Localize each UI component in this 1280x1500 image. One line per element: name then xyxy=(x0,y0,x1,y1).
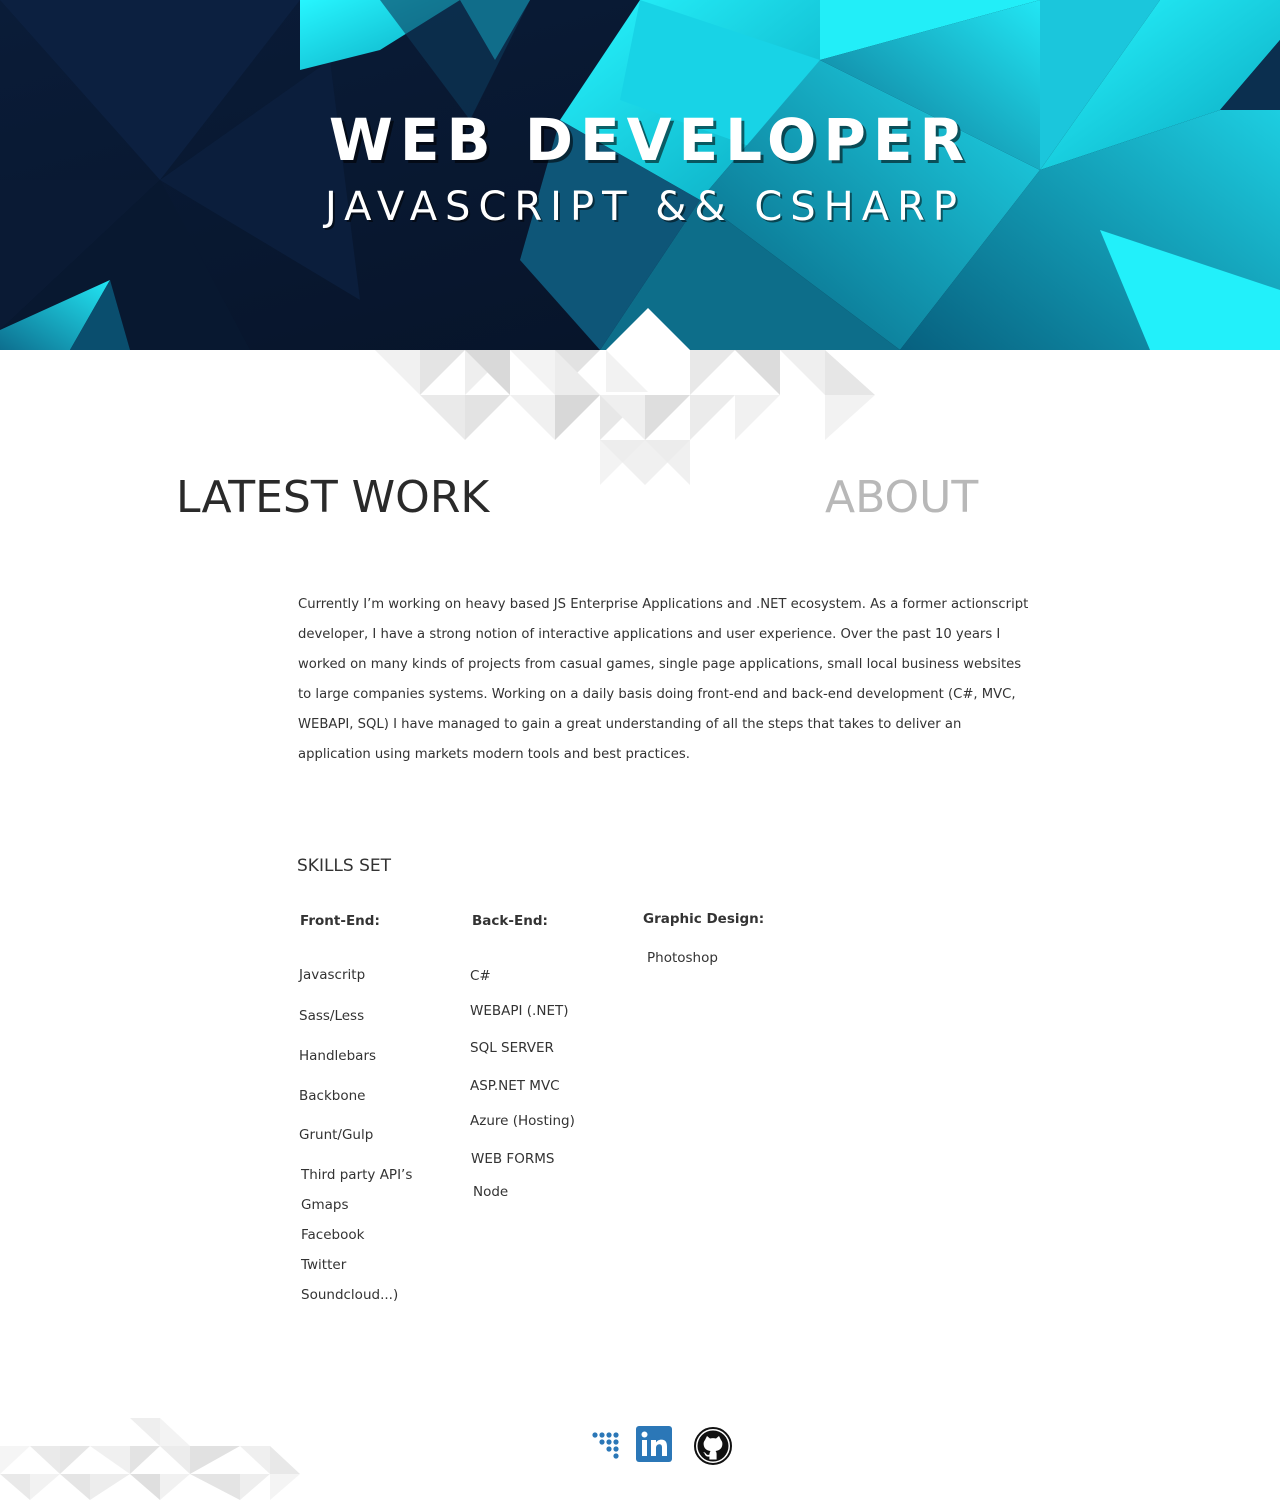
frontend-skill: Twitter xyxy=(301,1257,347,1273)
frontend-skill: Gmaps xyxy=(301,1197,349,1213)
frontend-skill: Soundcloud...) xyxy=(301,1287,399,1303)
backend-skill: C# xyxy=(470,968,491,984)
backend-skill: SQL SERVER xyxy=(470,1040,554,1056)
skills-title: SKILLS SET xyxy=(297,856,392,876)
hero-title: WEB DEVELOPER xyxy=(328,106,972,174)
linkedin-icon[interactable] xyxy=(636,1426,672,1467)
nav-latest-work[interactable]: LATEST WORK xyxy=(176,472,489,523)
frontend-skill: Javascritp xyxy=(299,967,366,983)
frontend-skill: Backbone xyxy=(299,1088,366,1104)
decorative-triangles-top xyxy=(375,308,875,485)
hero-background xyxy=(0,0,1280,350)
hero-banner: WEB DEVELOPER JAVASCRIPT && CSHARP xyxy=(0,0,1280,350)
frontend-skill: Grunt/Gulp xyxy=(299,1127,374,1143)
backend-skill: Azure (Hosting) xyxy=(470,1113,575,1129)
design-heading: Graphic Design: xyxy=(643,911,765,927)
nav-about[interactable]: ABOUT xyxy=(825,472,978,523)
frontend-skill: Sass/Less xyxy=(299,1008,365,1024)
backend-heading: Back-End: xyxy=(472,913,548,929)
decorative-triangles-bottom xyxy=(0,1418,300,1500)
backend-skill: WEBAPI (.NET) xyxy=(470,1003,569,1019)
frontend-skill: Third party API’s xyxy=(301,1167,413,1183)
about-paragraph: Currently I’m working on heavy based JS … xyxy=(298,597,1029,762)
frontend-skill: Facebook xyxy=(301,1227,365,1243)
github-icon[interactable] xyxy=(694,1427,732,1470)
hero-subtitle: JAVASCRIPT && CSHARP xyxy=(324,184,966,230)
backend-skill: Node xyxy=(473,1184,509,1200)
frontend-skill: Handlebars xyxy=(299,1048,377,1064)
backend-skill: ASP.NET MVC xyxy=(470,1078,560,1094)
frontend-heading: Front-End: xyxy=(300,913,380,929)
backend-skill: WEB FORMS xyxy=(471,1151,555,1167)
design-skill: Photoshop xyxy=(647,950,718,966)
dots-logo-icon[interactable] xyxy=(590,1430,622,1465)
